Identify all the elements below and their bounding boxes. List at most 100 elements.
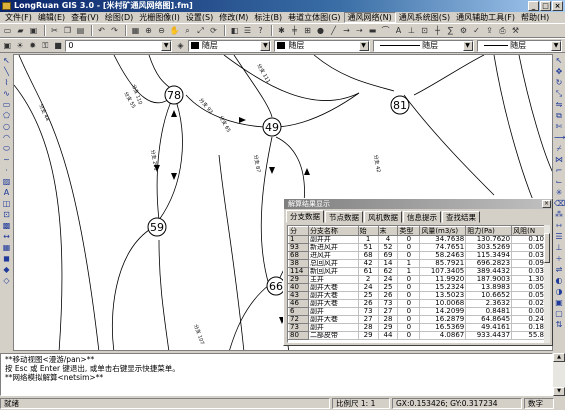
menu-tunnel-3d[interactable]: 巷道立体图(G) [285,12,343,23]
curve-icon[interactable]: ∿ [2,89,12,99]
menu-view[interactable]: 查看(V) [68,12,102,23]
fill-icon[interactable]: ◼ [2,254,12,264]
menu-vent-network[interactable]: 通风网络(N) [343,12,396,23]
tab-info[interactable]: 信息提示 [403,211,441,223]
layer-select[interactable]: 0 ▼ [65,39,173,52]
fan-icon[interactable]: ✱ [276,25,287,36]
export-icon[interactable]: ⇪ [484,25,495,36]
regulator-icon[interactable]: ⊞ [302,25,313,36]
join-icon[interactable]: ⋈ [554,155,564,165]
bridge-icon[interactable]: ⌒ [380,25,391,36]
arrow-icon[interactable]: → [341,25,352,36]
linewidth-select[interactable]: 随层 ▼ [476,39,563,52]
table-row[interactable]: 40 副井大巷 24 25 0 15.2324 13.8983 0.05 [288,283,546,292]
table-row[interactable]: 73 副井 28 29 0 16.5369 49.4161 0.18 [288,323,546,332]
trim-icon[interactable]: ✄ [554,122,564,132]
table-row[interactable]: 46 副井大巷 26 73 0 10.0068 2.3632 0.02 [288,299,546,308]
color-select[interactable]: 随层 ▼ [187,39,272,52]
properties-icon[interactable]: ☰ [242,25,253,36]
column-header[interactable]: 分支名称 [307,226,359,236]
command-window[interactable]: **移动视图<漫游/pan>** 按 Esc 或 Enter 键退出, 或单击右… [0,353,553,396]
match-icon[interactable]: ⇌ [554,265,564,275]
order-icon[interactable]: ⇅ [554,320,564,330]
table-row[interactable]: 38 总回风井 42 14 1 85.7921 696.2823 0.09 [288,259,546,268]
break-icon[interactable]: ⌿ [554,144,564,154]
tab-search-results[interactable]: 查找结果 [442,211,480,223]
menu-draw[interactable]: 绘图(D) [102,12,136,23]
zoom-out-icon[interactable]: ⊖ [156,25,167,36]
table-row[interactable]: 6 副井 73 27 0 14.2099 0.8481 0.00 [288,307,546,316]
sim-icon[interactable]: ⚙ [458,25,469,36]
menu-raster[interactable]: 光栅图像(I) [136,12,183,23]
circle-icon[interactable]: ○ [2,122,12,132]
column-header[interactable]: 阻力(Pa) [465,226,513,236]
tab-node-data[interactable]: 节点数据 [325,211,363,223]
scale-icon[interactable]: ⤡ [554,89,564,99]
chevron-down-icon[interactable]: ▼ [260,40,271,51]
new-icon[interactable]: ▭ [2,25,13,36]
minimize-button[interactable]: _ [528,1,539,11]
tab-fan-data[interactable]: 风机数据 [364,211,402,223]
sun-icon[interactable]: ✹ [27,40,38,51]
arc-icon[interactable]: ◠ [2,133,12,143]
column-header[interactable]: 风阻(N [511,226,546,236]
select-icon[interactable]: ↖ [554,56,564,66]
measure-icon[interactable]: ⊥ [406,25,417,36]
layer-off-icon[interactable]: ◐ [554,276,564,286]
menu-annotate[interactable]: 标注(B) [251,12,285,23]
grid-icon[interactable]: ▦ [130,25,141,36]
ungroup-icon[interactable]: ▢ [554,309,564,319]
menu-help[interactable]: 帮助(H) [518,12,552,23]
array-icon[interactable]: ⁂ [554,210,564,220]
chevron-down-icon[interactable]: ▼ [462,40,473,51]
scroll-up-icon[interactable]: ▲ [553,353,565,362]
fillet-icon[interactable]: ⌐ [554,166,564,176]
zoom-in-icon[interactable]: ⊕ [143,25,154,36]
column-header[interactable]: 末 [377,226,399,236]
bulb-icon[interactable]: ☀ [15,40,26,51]
column-header[interactable]: 类型 [397,226,421,236]
rotate-icon[interactable]: ↻ [554,78,564,88]
door-icon[interactable]: ╪ [289,25,300,36]
extend-icon[interactable]: ⟶ [554,133,565,143]
line-icon[interactable]: ╲ [2,67,12,77]
table-icon[interactable]: ▦ [2,243,12,253]
lock-icon[interactable]: ⚿ [40,40,51,51]
settings-icon[interactable]: ⚒ [510,25,521,36]
chevron-down-icon[interactable]: ▼ [551,40,562,51]
explode-icon[interactable]: ✳ [554,188,564,198]
spline-icon[interactable]: ~ [2,155,12,165]
redo-icon[interactable]: ↷ [109,25,120,36]
scroll-thumb[interactable] [544,233,550,263]
color-square-icon[interactable]: ■ [53,40,64,51]
menu-file[interactable]: 文件(F) [2,12,35,23]
table-row[interactable]: 80 二部皮带 29 44 0 4.0867 933.4437 55.8 [288,331,546,340]
copy-icon[interactable]: ❐ [62,25,73,36]
table-row[interactable]: 29 主井 2 24 0 11.9920 187.9003 1.30 [288,275,546,284]
text-tool-icon[interactable]: A [2,188,12,198]
make-current-icon[interactable]: ◈ [175,40,186,51]
polygon-icon[interactable]: ⬠ [2,111,12,121]
pointer-icon[interactable]: ↖ [2,56,12,66]
stamp-icon[interactable]: ◇ [2,276,12,286]
dialog-title-bar[interactable]: 解算结果显示 × [284,199,552,209]
command-scrollbar[interactable]: ▲ ▼ [553,353,565,396]
dimension-icon[interactable]: ↔ [2,232,12,242]
refresh-icon[interactable]: ⟳ [208,25,219,36]
menu-modify[interactable]: 修改(M) [216,12,251,23]
text-icon[interactable]: A [393,25,404,36]
measure-tool-icon[interactable]: ⊥ [554,243,564,253]
save-icon[interactable]: ▣ [28,25,39,36]
menu-settings[interactable]: 设置(S) [183,12,216,23]
polyline-icon[interactable]: ⌇ [2,78,12,88]
check-icon[interactable]: ✓ [471,25,482,36]
calc-icon[interactable]: ∑ [445,25,456,36]
divide-icon[interactable]: ÷ [554,254,564,264]
layer-on-icon[interactable]: ◑ [554,287,564,297]
column-header[interactable]: 始 [357,226,379,236]
rectangle-icon[interactable]: ▭ [2,100,12,110]
group-icon[interactable]: ▣ [554,298,564,308]
menu-vent-system[interactable]: 通风系统图(S) [396,12,453,23]
maximize-button[interactable]: □ [540,1,551,11]
table-row[interactable]: 93 新进风井 51 52 0 74.7651 303.5269 0.05 [288,243,546,252]
